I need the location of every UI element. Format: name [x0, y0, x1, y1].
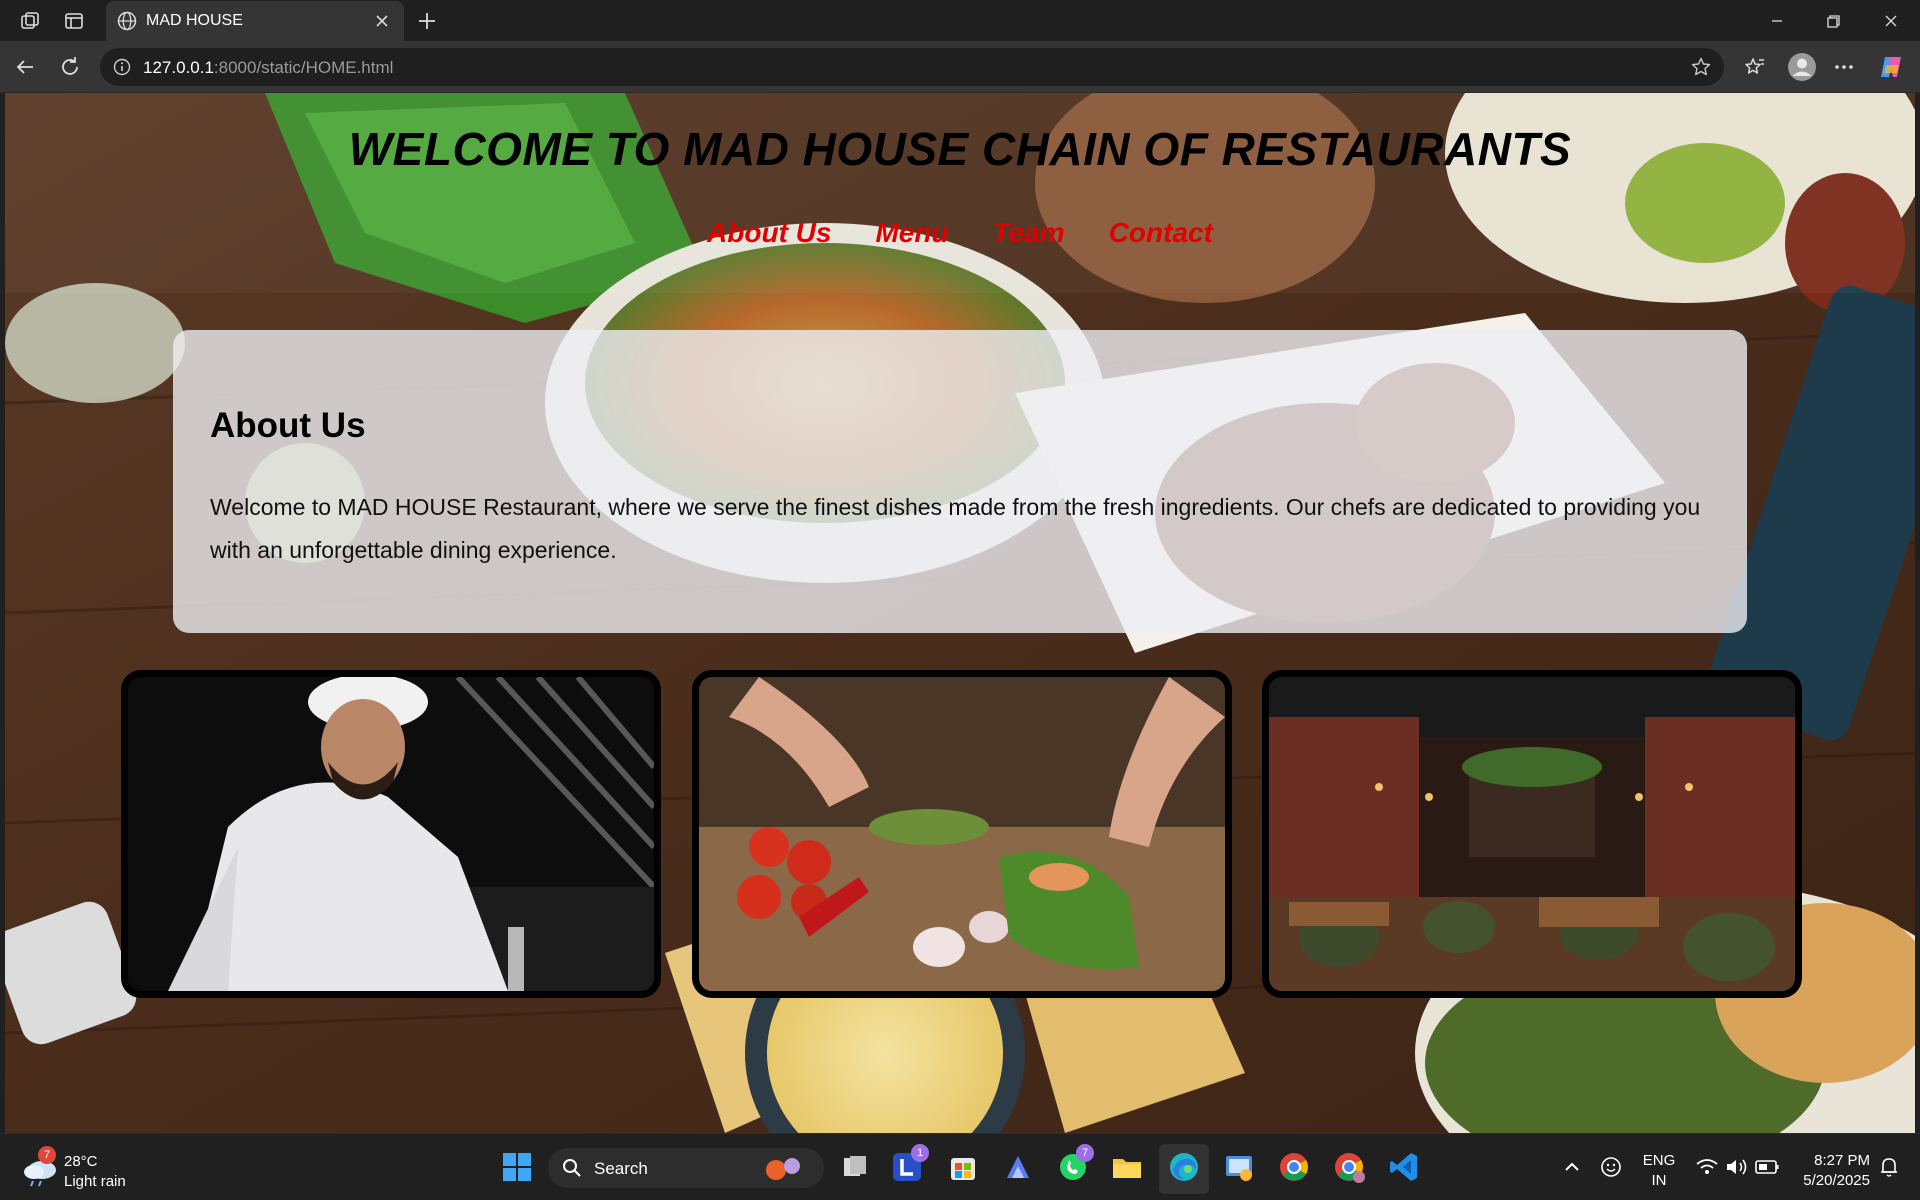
site-info-icon[interactable] — [112, 57, 132, 77]
more-options-icon[interactable] — [1830, 53, 1858, 81]
clock-date[interactable]: 5/20/2025 — [1790, 1172, 1870, 1189]
nav-link-about-us[interactable]: About Us — [707, 217, 831, 249]
chrome-icon[interactable] — [1275, 1148, 1313, 1186]
url-text[interactable]: 127.0.0.1:8000/static/HOME.html — [143, 58, 393, 78]
refresh-icon[interactable] — [56, 53, 84, 81]
weather-description: Light rain — [64, 1173, 126, 1190]
new-tab-icon[interactable] — [414, 8, 440, 34]
site-nav: About Us Menu Team Contact — [5, 217, 1915, 249]
address-bar[interactable]: 127.0.0.1:8000/static/HOME.html — [100, 48, 1724, 86]
clock-time[interactable]: 8:27 PM — [1790, 1152, 1870, 1169]
file-explorer-icon[interactable] — [1108, 1148, 1146, 1186]
taskbar-search-box[interactable]: Search — [548, 1148, 824, 1188]
notification-bell-icon[interactable] — [1874, 1148, 1904, 1186]
minimize-icon[interactable] — [1764, 8, 1790, 34]
task-view-icon[interactable] — [836, 1148, 874, 1186]
vertical-tabs-icon[interactable] — [61, 8, 87, 34]
fresh-ingredients-photo — [692, 670, 1232, 998]
chrome-profile-icon[interactable] — [1330, 1148, 1368, 1186]
workspaces-icon[interactable] — [17, 8, 43, 34]
windows-start-icon[interactable] — [498, 1148, 536, 1186]
close-window-icon[interactable] — [1878, 8, 1904, 34]
weather-badge: 7 — [38, 1146, 56, 1164]
about-us-text: Welcome to MAD HOUSE Restaurant, where w… — [210, 494, 1701, 563]
vscode-icon[interactable] — [1385, 1148, 1423, 1186]
close-tab-icon[interactable] — [372, 11, 392, 31]
browser-toolbar: 127.0.0.1:8000/static/HOME.html — [0, 41, 1920, 93]
about-us-heading: About Us — [210, 406, 366, 445]
active-tab[interactable]: MAD HOUSE — [106, 1, 404, 41]
weather-temperature: 28°C — [64, 1153, 98, 1170]
search-highlight-icon — [758, 1154, 808, 1182]
nav-link-team[interactable]: Team — [993, 217, 1065, 249]
profile-avatar-icon[interactable] — [1786, 51, 1818, 83]
battery-icon[interactable] — [1752, 1148, 1782, 1186]
control-panel-icon[interactable] — [1220, 1148, 1258, 1186]
nav-link-contact[interactable]: Contact — [1109, 217, 1213, 249]
tab-title: MAD HOUSE — [146, 12, 243, 29]
globe-icon — [116, 10, 138, 32]
volume-icon[interactable] — [1722, 1148, 1752, 1186]
copilot-icon[interactable] — [1877, 53, 1905, 81]
edge-browser-icon[interactable] — [1165, 1148, 1203, 1186]
show-hidden-icons-chevron[interactable] — [1557, 1148, 1587, 1186]
search-label: Search — [594, 1159, 648, 1178]
microsoft-store-icon[interactable] — [944, 1148, 982, 1186]
back-arrow-icon[interactable] — [11, 53, 39, 81]
language-region[interactable]: IN — [1642, 1172, 1676, 1189]
site-header: WELCOME TO MAD HOUSE CHAIN OF RESTAURANT… — [5, 93, 1915, 293]
emoji-icon[interactable] — [1596, 1148, 1626, 1186]
favorites-icon[interactable] — [1741, 53, 1769, 81]
chef-cooking-photo — [121, 670, 661, 998]
wifi-icon[interactable] — [1692, 1148, 1722, 1186]
copilot-app-icon[interactable] — [999, 1148, 1037, 1186]
nav-link-menu[interactable]: Menu — [875, 217, 948, 249]
search-icon — [562, 1158, 582, 1178]
page-viewport: WELCOME TO MAD HOUSE CHAIN OF RESTAURANT… — [5, 93, 1915, 1133]
whatsapp-badge: 7 — [1076, 1144, 1094, 1162]
about-us-card: About Us Welcome to MAD HOUSE Restaurant… — [173, 330, 1747, 633]
page-title: WELCOME TO MAD HOUSE CHAIN OF RESTAURANT… — [348, 123, 1572, 175]
browser-tab-bar: MAD HOUSE — [0, 0, 1920, 41]
restaurant-interior-photo — [1262, 670, 1802, 998]
restore-icon[interactable] — [1820, 8, 1846, 34]
favorite-star-icon[interactable] — [1690, 56, 1712, 78]
windows-taskbar: 7 28°C Light rain Search 1 7 ENG IN 8:27… — [0, 1133, 1920, 1200]
language-code[interactable]: ENG — [1642, 1152, 1676, 1169]
l-app-badge: 1 — [911, 1144, 929, 1162]
